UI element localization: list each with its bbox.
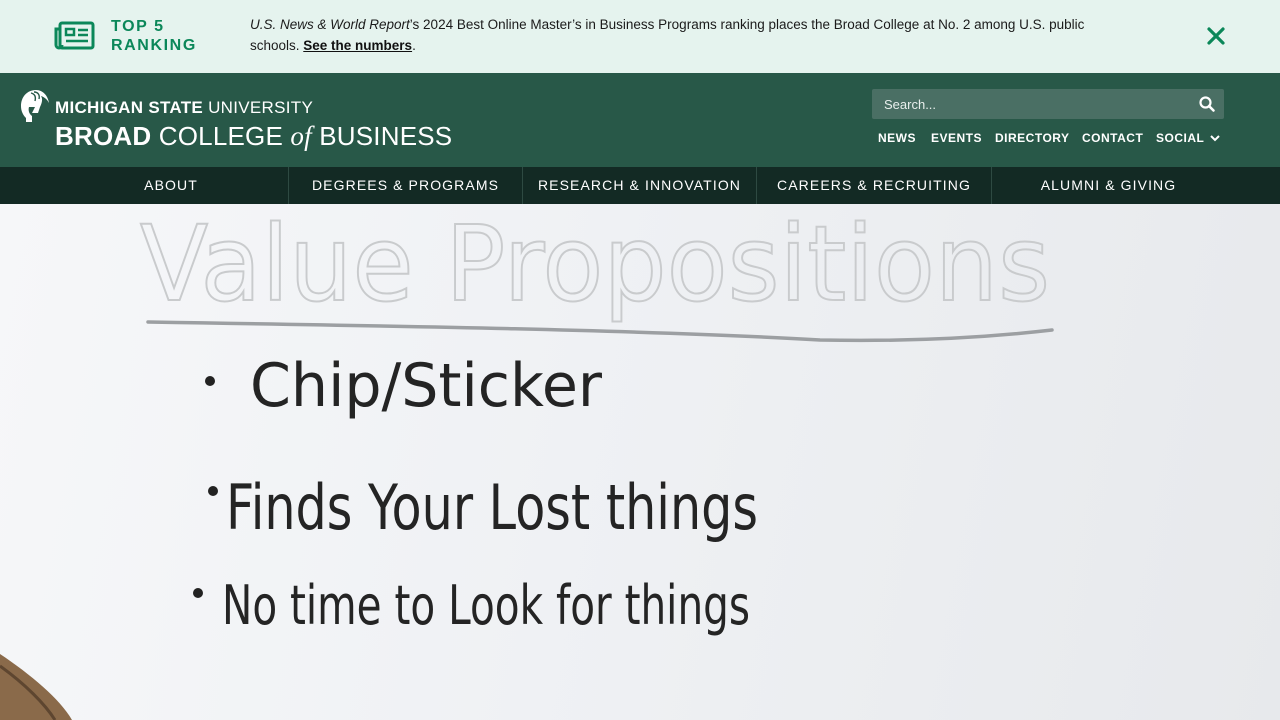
whiteboard-item-1: Chip/Sticker (250, 351, 602, 421)
hair-edge (0, 654, 72, 720)
main-navigation: ABOUT DEGREES & PROGRAMS RESEARCH & INNO… (0, 167, 1280, 204)
chevron-down-icon[interactable] (1209, 132, 1221, 144)
utility-link-social[interactable]: SOCIAL (1156, 131, 1204, 145)
alert-heading-line1: TOP 5 (111, 18, 165, 35)
nav-alumni-giving[interactable]: ALUMNI & GIVING (992, 167, 1225, 204)
whiteboard-item-2: Finds Your Lost things (226, 471, 758, 544)
hero-image: Value Propositions Chip/Sticker Finds Yo… (0, 204, 1280, 720)
logo-msu-bold: MICHIGAN STATE (55, 98, 204, 117)
logo-broad-text: BROAD COLLEGE of BUSINESS (55, 122, 452, 150)
nav-degrees-programs[interactable]: DEGREES & PROGRAMS (289, 167, 522, 204)
alert-message: U.S. News & World Report’s 2024 Best Onl… (250, 15, 1130, 56)
whiteboard-title: Value Propositions (140, 204, 1050, 325)
whiteboard-bullet (193, 588, 203, 598)
alert-heading: TOP 5 RANKING (111, 17, 197, 55)
search-icon[interactable] (1198, 95, 1216, 113)
logo-college: COLLEGE (151, 121, 291, 151)
logo-business: BUSINESS (311, 121, 453, 151)
utility-link-directory[interactable]: DIRECTORY (995, 131, 1070, 145)
alert-publication: U.S. News & World Report (250, 17, 410, 32)
nav-research-innovation[interactable]: RESEARCH & INNOVATION (523, 167, 756, 204)
whiteboard-bullet (208, 486, 218, 496)
alert-heading-line2: RANKING (111, 37, 197, 54)
logo-msu-text: MICHIGAN STATE UNIVERSITY (55, 98, 313, 118)
utility-link-events[interactable]: EVENTS (931, 131, 982, 145)
broad-college-logo[interactable]: MICHIGAN STATE UNIVERSITY BROAD COLLEGE … (20, 88, 452, 152)
close-icon[interactable] (1203, 23, 1229, 49)
logo-msu-rest: UNIVERSITY (203, 98, 314, 117)
nav-about[interactable]: ABOUT (54, 167, 288, 204)
logo-broad-bold: BROAD (55, 121, 152, 151)
see-the-numbers-link[interactable]: See the numbers (303, 38, 412, 53)
logo-of: of (290, 121, 312, 151)
whiteboard-item-3: No time to Look for things (222, 574, 750, 637)
whiteboard-bullet (205, 376, 215, 386)
search-input[interactable] (872, 89, 1192, 119)
site-header: MICHIGAN STATE UNIVERSITY BROAD COLLEGE … (0, 73, 1280, 167)
utility-link-contact[interactable]: CONTACT (1082, 131, 1143, 145)
spartan-helmet-icon (21, 90, 49, 122)
whiteboard-illustration: Value Propositions Chip/Sticker Finds Yo… (0, 204, 1054, 720)
utility-link-news[interactable]: NEWS (878, 131, 916, 145)
alert-message-end: . (412, 37, 416, 53)
nav-careers-recruiting[interactable]: CAREERS & RECRUITING (757, 167, 991, 204)
search-box (872, 89, 1224, 119)
newspaper-icon (54, 21, 95, 50)
alert-banner: TOP 5 RANKING U.S. News & World Report’s… (0, 0, 1280, 73)
